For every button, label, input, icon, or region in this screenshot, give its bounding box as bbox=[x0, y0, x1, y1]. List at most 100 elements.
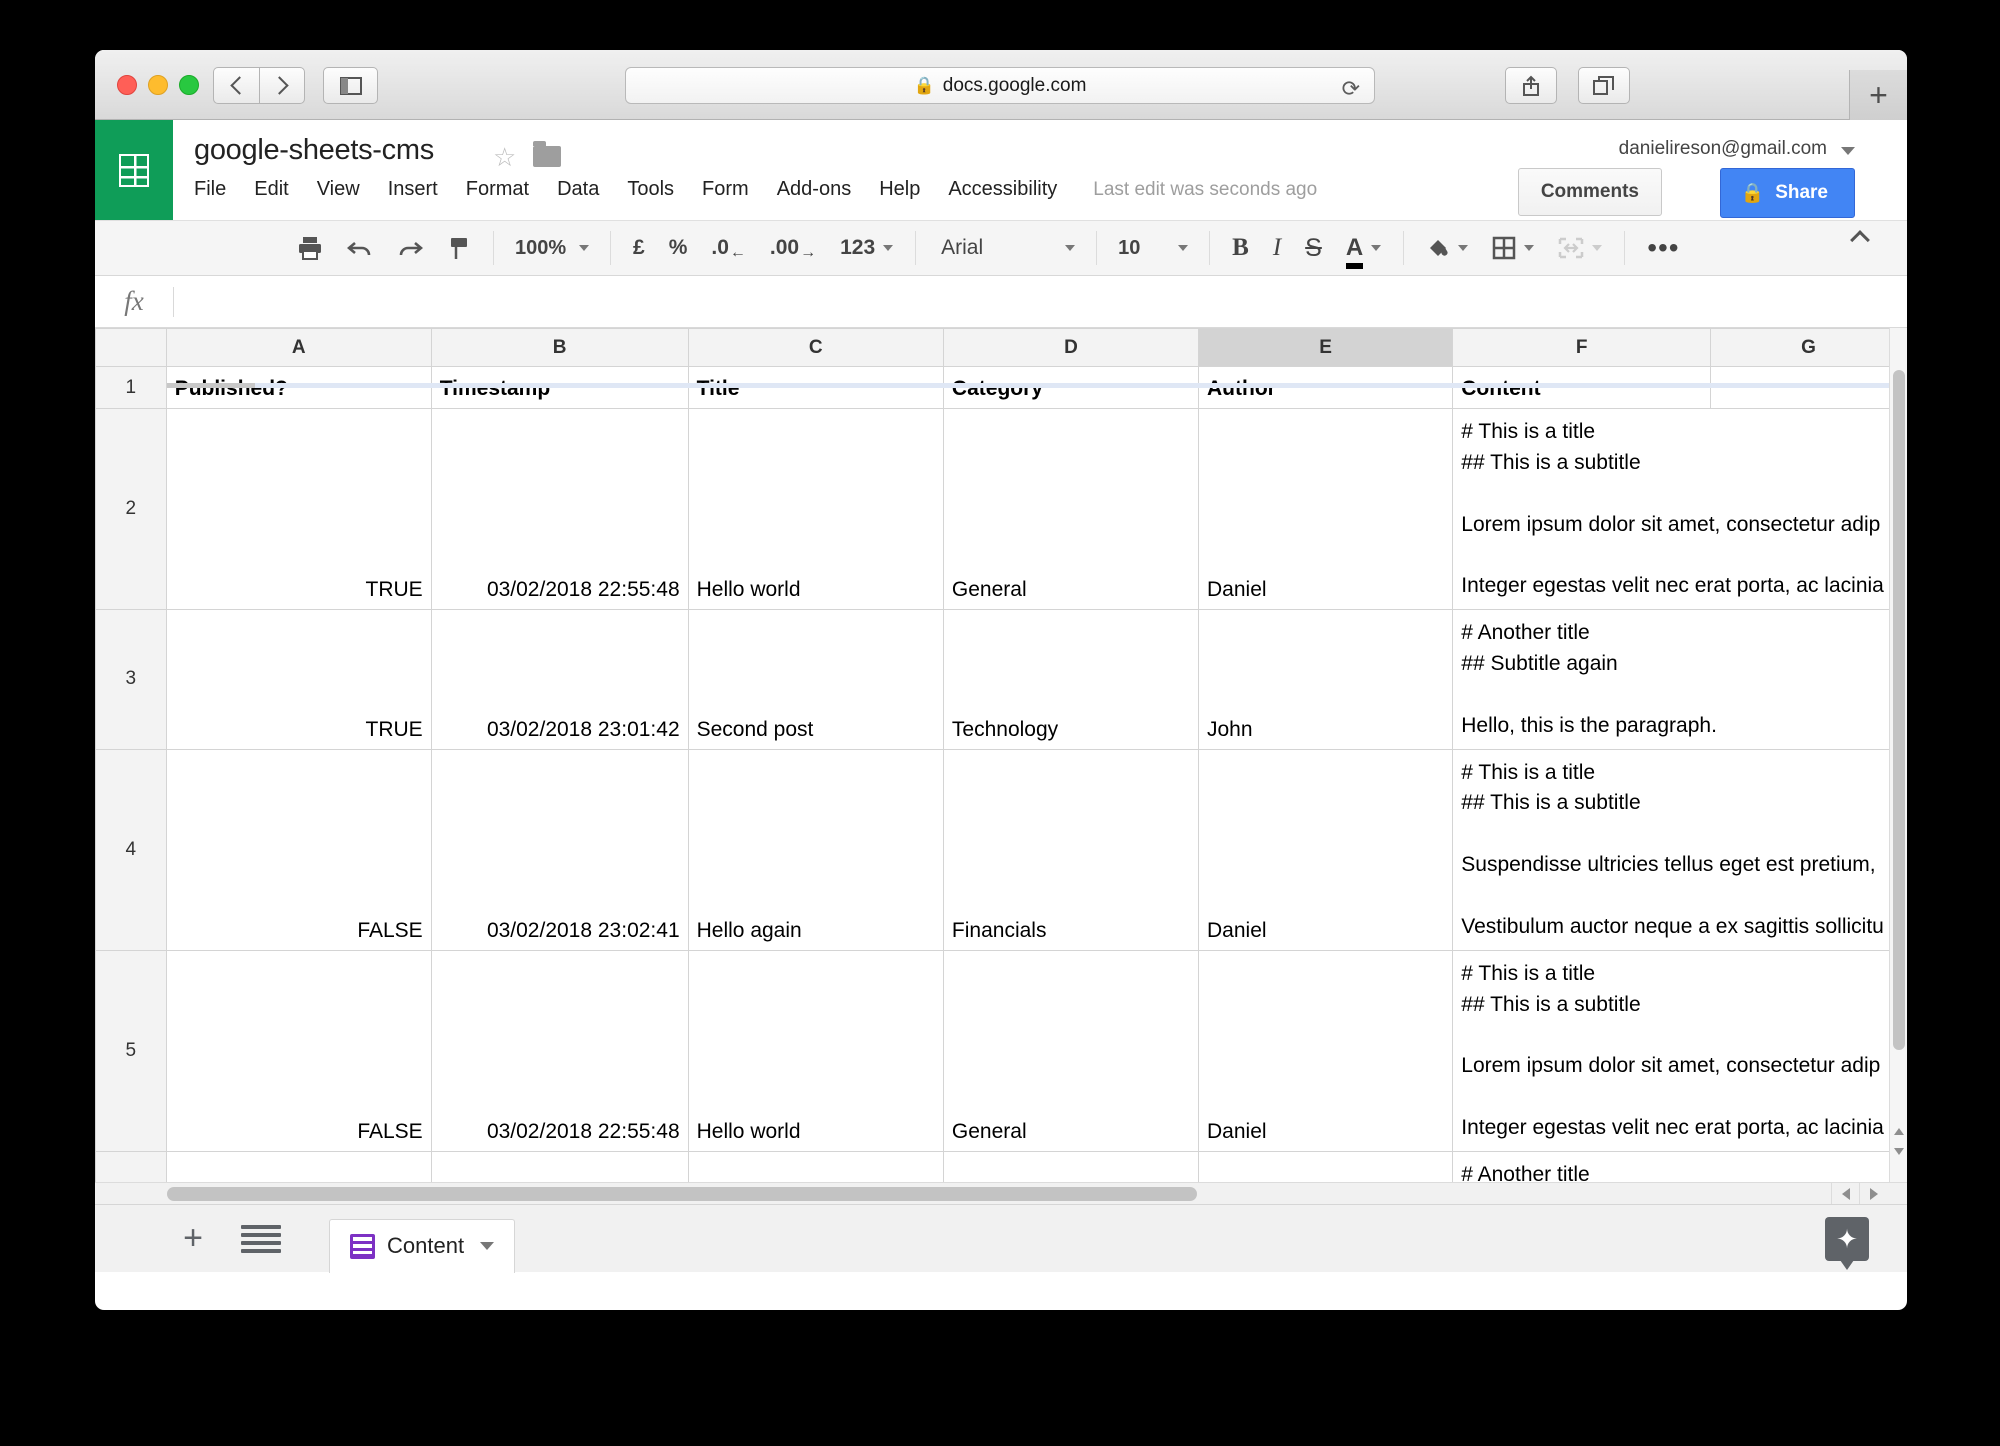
cell-e3[interactable]: John bbox=[1197, 609, 1454, 750]
cell-f3[interactable]: # Another title ## Subtitle again Hello,… bbox=[1452, 609, 1907, 750]
menu-item-file[interactable]: File bbox=[194, 178, 240, 201]
new-tab-button[interactable]: + bbox=[1849, 70, 1907, 120]
column-header-d[interactable]: D bbox=[942, 328, 1200, 367]
row-header-1[interactable]: 1 bbox=[95, 366, 167, 409]
back-button[interactable] bbox=[213, 67, 259, 104]
vertical-scroll-thumb[interactable] bbox=[1893, 370, 1905, 1050]
row-header-2[interactable]: 2 bbox=[95, 407, 167, 611]
redo-button[interactable] bbox=[385, 228, 435, 268]
cell-c5[interactable]: Hello world bbox=[687, 949, 944, 1152]
cell-a3[interactable]: TRUE bbox=[165, 609, 432, 750]
cell-d4[interactable]: Financials bbox=[942, 748, 1200, 951]
more-options-button[interactable]: ••• bbox=[1635, 228, 1691, 268]
cell-d2[interactable]: General bbox=[942, 407, 1200, 611]
vertical-scrollbar[interactable] bbox=[1889, 328, 1907, 1182]
cell-e6[interactable]: John bbox=[1197, 1150, 1454, 1182]
forward-button[interactable] bbox=[259, 67, 305, 104]
horizontal-scroll-thumb[interactable] bbox=[167, 1187, 1197, 1201]
cell-b6[interactable]: 03/02/2018 23:01:42 bbox=[430, 1150, 689, 1182]
increase-decimal-button[interactable]: .00 → bbox=[758, 228, 828, 268]
menu-item-insert[interactable]: Insert bbox=[374, 178, 452, 201]
folder-icon[interactable] bbox=[533, 141, 561, 167]
browser-share-button[interactable] bbox=[1505, 67, 1557, 104]
cell-e5[interactable]: Daniel bbox=[1197, 949, 1454, 1152]
column-header-e[interactable]: E bbox=[1197, 328, 1454, 367]
explore-button[interactable]: ✦ bbox=[1825, 1217, 1869, 1270]
row-header-5[interactable]: 5 bbox=[95, 949, 167, 1152]
scroll-down-icon[interactable] bbox=[1894, 1148, 1904, 1155]
cell-e4[interactable]: Daniel bbox=[1197, 748, 1454, 951]
document-title[interactable]: google-sheets-cms bbox=[194, 134, 434, 167]
percent-format-button[interactable]: % bbox=[657, 228, 700, 268]
account-email[interactable]: danielireson@gmail.com bbox=[1619, 138, 1827, 160]
cell-a2[interactable]: TRUE bbox=[165, 407, 432, 611]
print-button[interactable] bbox=[285, 228, 335, 268]
bold-button[interactable]: B bbox=[1220, 228, 1261, 268]
currency-format-button[interactable]: £ bbox=[621, 228, 657, 268]
undo-button[interactable] bbox=[335, 228, 385, 268]
cell-d3[interactable]: Technology bbox=[942, 609, 1200, 750]
cell-e2[interactable]: Daniel bbox=[1197, 407, 1454, 611]
scroll-up-icon[interactable] bbox=[1894, 1128, 1904, 1135]
add-sheet-button[interactable]: + bbox=[173, 1219, 213, 1258]
cell-c6[interactable]: Second post bbox=[687, 1150, 944, 1182]
close-window-button[interactable] bbox=[117, 75, 137, 95]
column-header-a[interactable]: A bbox=[165, 328, 432, 367]
maximize-window-button[interactable] bbox=[179, 75, 199, 95]
column-header-f[interactable]: F bbox=[1452, 328, 1712, 367]
url-bar[interactable]: 🔒 docs.google.com ⟳ bbox=[625, 67, 1375, 104]
scroll-right-button[interactable] bbox=[1859, 1183, 1887, 1204]
row-header-6[interactable]: 6 bbox=[95, 1150, 167, 1182]
scroll-left-button[interactable] bbox=[1831, 1183, 1859, 1204]
strikethrough-button[interactable]: S bbox=[1293, 228, 1334, 268]
menu-item-tools[interactable]: Tools bbox=[613, 178, 688, 201]
menu-item-addons[interactable]: Add-ons bbox=[763, 178, 866, 201]
cell-b4[interactable]: 03/02/2018 23:02:41 bbox=[430, 748, 689, 951]
cell-d6[interactable]: Technology bbox=[942, 1150, 1200, 1182]
cell-c2[interactable]: Hello world bbox=[687, 407, 944, 611]
menu-item-form[interactable]: Form bbox=[688, 178, 763, 201]
more-formats-button[interactable]: 123 bbox=[828, 228, 905, 268]
reload-icon[interactable]: ⟳ bbox=[1342, 76, 1360, 102]
menu-item-help[interactable]: Help bbox=[865, 178, 934, 201]
borders-button[interactable] bbox=[1480, 228, 1546, 268]
paint-format-button[interactable] bbox=[435, 228, 483, 268]
chevron-down-icon[interactable] bbox=[480, 1242, 495, 1250]
merge-cells-button[interactable] bbox=[1546, 228, 1614, 268]
menu-item-data[interactable]: Data bbox=[543, 178, 613, 201]
all-sheets-button[interactable] bbox=[241, 1224, 281, 1253]
zoom-select[interactable]: 100% bbox=[504, 236, 600, 261]
star-icon[interactable]: ☆ bbox=[493, 142, 516, 173]
row-header-3[interactable]: 3 bbox=[95, 609, 167, 750]
cell-d5[interactable]: General bbox=[942, 949, 1200, 1152]
font-family-select[interactable]: Arial bbox=[926, 235, 1086, 261]
cell-a4[interactable]: FALSE bbox=[165, 748, 432, 951]
cell-b5[interactable]: 03/02/2018 22:55:48 bbox=[430, 949, 689, 1152]
row-header-4[interactable]: 4 bbox=[95, 748, 167, 951]
column-header-b[interactable]: B bbox=[430, 328, 689, 367]
minimize-window-button[interactable] bbox=[148, 75, 168, 95]
chevron-up-icon[interactable] bbox=[1850, 230, 1870, 250]
comments-button[interactable]: Comments bbox=[1517, 168, 1662, 216]
sheets-logo[interactable] bbox=[95, 120, 173, 220]
italic-button[interactable]: I bbox=[1261, 228, 1293, 268]
cell-c4[interactable]: Hello again bbox=[687, 748, 944, 951]
menu-item-edit[interactable]: Edit bbox=[240, 178, 302, 201]
select-all-corner[interactable] bbox=[95, 328, 167, 367]
decrease-decimal-button[interactable]: .0 ← bbox=[699, 228, 758, 268]
tab-overview-button[interactable] bbox=[1578, 67, 1630, 104]
share-button[interactable]: 🔒 Share bbox=[1719, 168, 1855, 218]
cell-a6[interactable]: FALSE bbox=[165, 1150, 432, 1182]
column-header-c[interactable]: C bbox=[687, 328, 944, 367]
cell-b2[interactable]: 03/02/2018 22:55:48 bbox=[430, 407, 689, 611]
cell-f4[interactable]: # This is a title ## This is a subtitle … bbox=[1452, 748, 1907, 951]
text-color-button[interactable]: A bbox=[1334, 228, 1393, 269]
font-size-select[interactable]: 10 bbox=[1107, 236, 1199, 261]
fill-color-button[interactable] bbox=[1414, 228, 1480, 268]
horizontal-scrollbar[interactable] bbox=[95, 1182, 1907, 1204]
sheet-tab-content[interactable]: Content bbox=[329, 1218, 516, 1273]
cell-b3[interactable]: 03/02/2018 23:01:42 bbox=[430, 609, 689, 750]
cell-c3[interactable]: Second post bbox=[687, 609, 944, 750]
cell-f5[interactable]: # This is a title ## This is a subtitle … bbox=[1452, 949, 1907, 1152]
cell-a5[interactable]: FALSE bbox=[165, 949, 432, 1152]
